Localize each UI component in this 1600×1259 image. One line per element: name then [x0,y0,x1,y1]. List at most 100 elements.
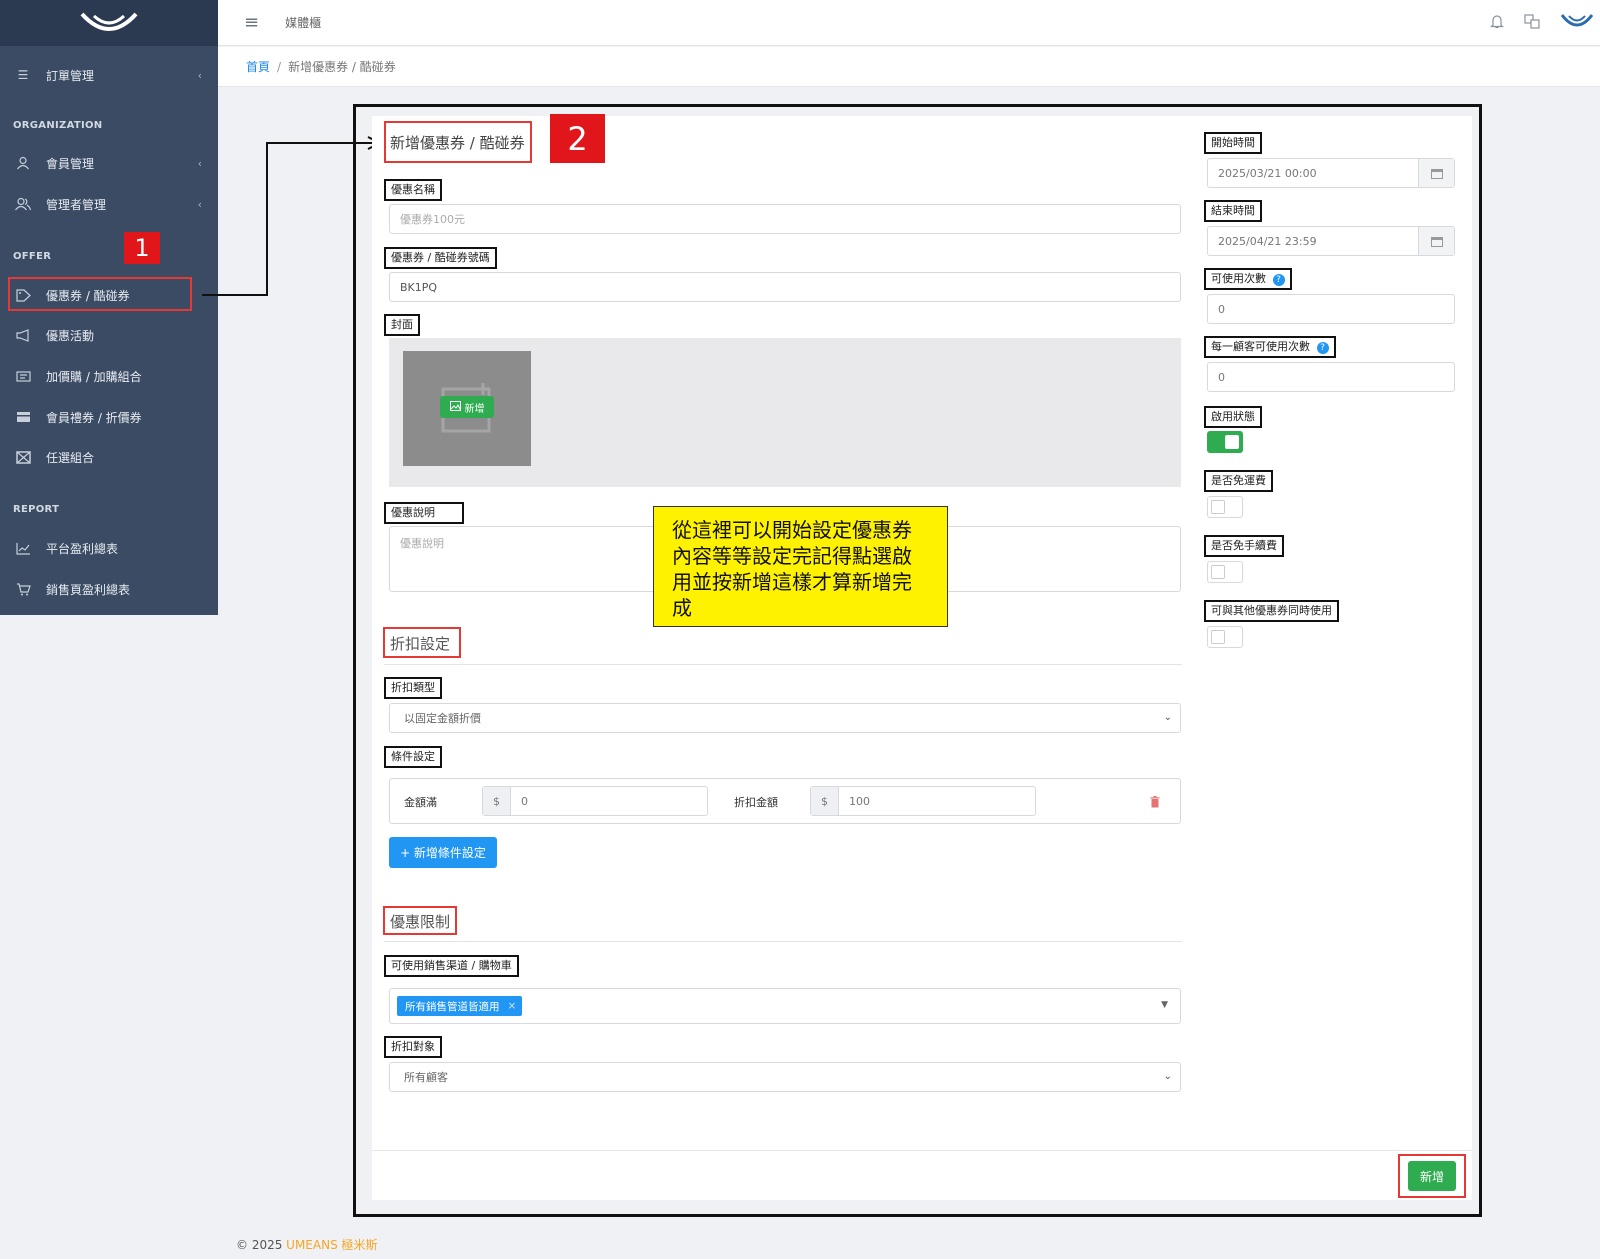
add-condition-button[interactable]: + 新增條件設定 [389,837,497,868]
enabled-toggle[interactable] [1207,431,1243,453]
cond-amount-input[interactable]: $ 0 [482,786,708,816]
discount-type-select[interactable]: 以固定金額折價 ⌄ [389,703,1181,733]
topbar-actions [1490,0,1600,46]
media-library-link[interactable]: 媒體櫃 [285,14,321,31]
sidebar-item-gift-vouchers[interactable]: 會員禮券 / 折價券 [0,400,218,434]
limit-section-title: 優惠限制 [390,913,451,931]
language-icon[interactable] [1524,13,1540,33]
calendar-icon[interactable] [1418,159,1454,187]
sidebar-item-label: 加價購 / 加購組合 [46,369,142,384]
name-label: 優惠名稱 [384,179,442,201]
chevron-down-icon: ⌄ [1163,712,1172,723]
page-footer: © 2025 UMEANS 極米斯 [236,1236,378,1253]
annotation-frame [353,104,1482,1217]
code-input[interactable]: BK1PQ [389,272,1181,302]
submit-button[interactable]: 新增 [1408,1161,1456,1191]
divider [384,941,1182,942]
condition-row: 金額滿 $ 0 折扣金額 $ 100 [389,778,1181,824]
users-icon [14,197,32,211]
target-select[interactable]: 所有顧客 ⌄ [389,1062,1181,1092]
sidebar-item-label: 優惠活動 [46,328,95,343]
instruction-note: 從這裡可以開始設定優惠券內容等等設定完記得點選啟用並按新增這樣才算新增完成 [653,506,948,627]
megaphone-icon [14,328,32,342]
cover-thumbnail: 新增 [403,351,531,466]
breadcrumb-separator: / [277,59,282,74]
bundle-icon [14,370,32,383]
free-shipping-label: 是否免運費 [1204,470,1273,492]
free-fee-toggle[interactable] [1207,561,1243,583]
image-icon [449,400,461,414]
breadcrumb-current: 新增優惠券 / 酷碰券 [288,60,396,74]
user-avatar[interactable] [1560,11,1594,35]
sidebar-item-combos[interactable]: 任選組合 [0,440,218,474]
start-time-value: 2025/03/21 00:00 [1218,166,1317,180]
cond-discount-value: 100 [849,794,870,808]
bell-icon[interactable] [1490,14,1504,33]
enabled-label: 啟用狀態 [1204,406,1262,428]
sidebar-item-promotions[interactable]: 優惠活動 [0,318,218,352]
step-badge-1: 1 [124,232,160,264]
cond-amount-value: 0 [521,794,528,808]
cover-label: 封面 [384,314,420,336]
sidebar-item-admins[interactable]: 管理者管理 ‹ [0,187,218,221]
channel-multiselect[interactable]: 所有銷售管道皆適用 × ▼ [389,988,1181,1024]
caret-down-icon: ▼ [1161,1000,1168,1010]
stackable-toggle[interactable] [1207,626,1243,648]
sidebar-item-orders[interactable]: ☰ 訂單管理 ‹ [0,58,218,92]
breadcrumb-home[interactable]: 首頁 [246,58,270,75]
sidebar-item-platform-profit[interactable]: 平台盈利總表 [0,531,218,565]
per-customer-input[interactable]: 0 [1207,362,1455,392]
target-label: 折扣對象 [384,1036,442,1058]
combo-icon [14,450,32,464]
tag-remove-icon[interactable]: × [508,1000,517,1012]
end-time-input[interactable]: 2025/04/21 23:59 [1207,226,1455,256]
discount-section-title: 折扣設定 [390,635,451,653]
sidebar-item-label: 訂單管理 [46,68,95,83]
cover-add-button[interactable]: 新增 [440,396,494,418]
hamburger-icon[interactable]: ≡ [244,12,259,33]
end-time-value: 2025/04/21 23:59 [1218,234,1317,248]
sidebar-item-members[interactable]: 會員管理 ‹ [0,146,218,180]
usage-limit-input[interactable]: 0 [1207,294,1455,324]
cond-amount-label: 金額滿 [404,796,437,809]
discount-type-label: 折扣類型 [384,677,442,699]
section-organization: ORGANIZATION [13,120,103,131]
stackable-label: 可與其他優惠券同時使用 [1204,600,1339,622]
form-title: 新增優惠券 / 酷碰券 [390,134,525,152]
help-icon[interactable]: ? [1272,274,1285,286]
cond-discount-label: 折扣金額 [734,796,778,809]
sidebar-item-label: 管理者管理 [46,197,107,212]
free-shipping-toggle[interactable] [1207,496,1243,518]
highlight-coupons-menu [8,277,192,311]
free-fee-label: 是否免手續費 [1204,535,1284,557]
divider [384,664,1182,665]
chart-line-icon [14,542,32,555]
start-time-input[interactable]: 2025/03/21 00:00 [1207,158,1455,188]
help-icon[interactable]: ? [1316,342,1329,354]
user-icon [14,156,32,170]
footer-brand-link[interactable]: UMEANS 極米斯 [286,1238,377,1252]
target-value: 所有顧客 [404,1071,448,1084]
channel-tag-label: 所有銷售管道皆適用 [405,1000,500,1013]
calendar-icon[interactable] [1418,227,1454,255]
step-badge-2: 2 [550,114,605,163]
name-input[interactable]: 優惠券100元 [389,204,1181,234]
cond-discount-input[interactable]: $ 100 [810,786,1036,816]
channel-label: 可使用銷售渠道 / 購物車 [384,955,519,977]
code-label: 優惠券 / 酷碰券號碼 [384,247,497,269]
section-offer: OFFER [13,251,52,262]
sidebar-item-sales-profit[interactable]: 銷售頁盈利總表 [0,572,218,606]
cover-add-label: 新增 [464,403,485,415]
breadcrumb: 首頁 / 新增優惠券 / 酷碰券 [218,47,1600,87]
brand-logo[interactable] [0,0,218,46]
desc-label: 優惠說明 [384,502,464,524]
section-report: REPORT [13,504,60,515]
sidebar-item-addon[interactable]: 加價購 / 加購組合 [0,359,218,393]
ticket-icon [14,411,32,423]
usage-limit-label: 可使用次數 ? [1204,268,1292,290]
start-time-label: 開始時間 [1204,132,1262,154]
chevron-left-icon: ‹ [197,68,202,82]
trash-icon[interactable] [1150,793,1160,812]
cart-icon [14,582,32,596]
currency-prefix: $ [483,787,511,815]
